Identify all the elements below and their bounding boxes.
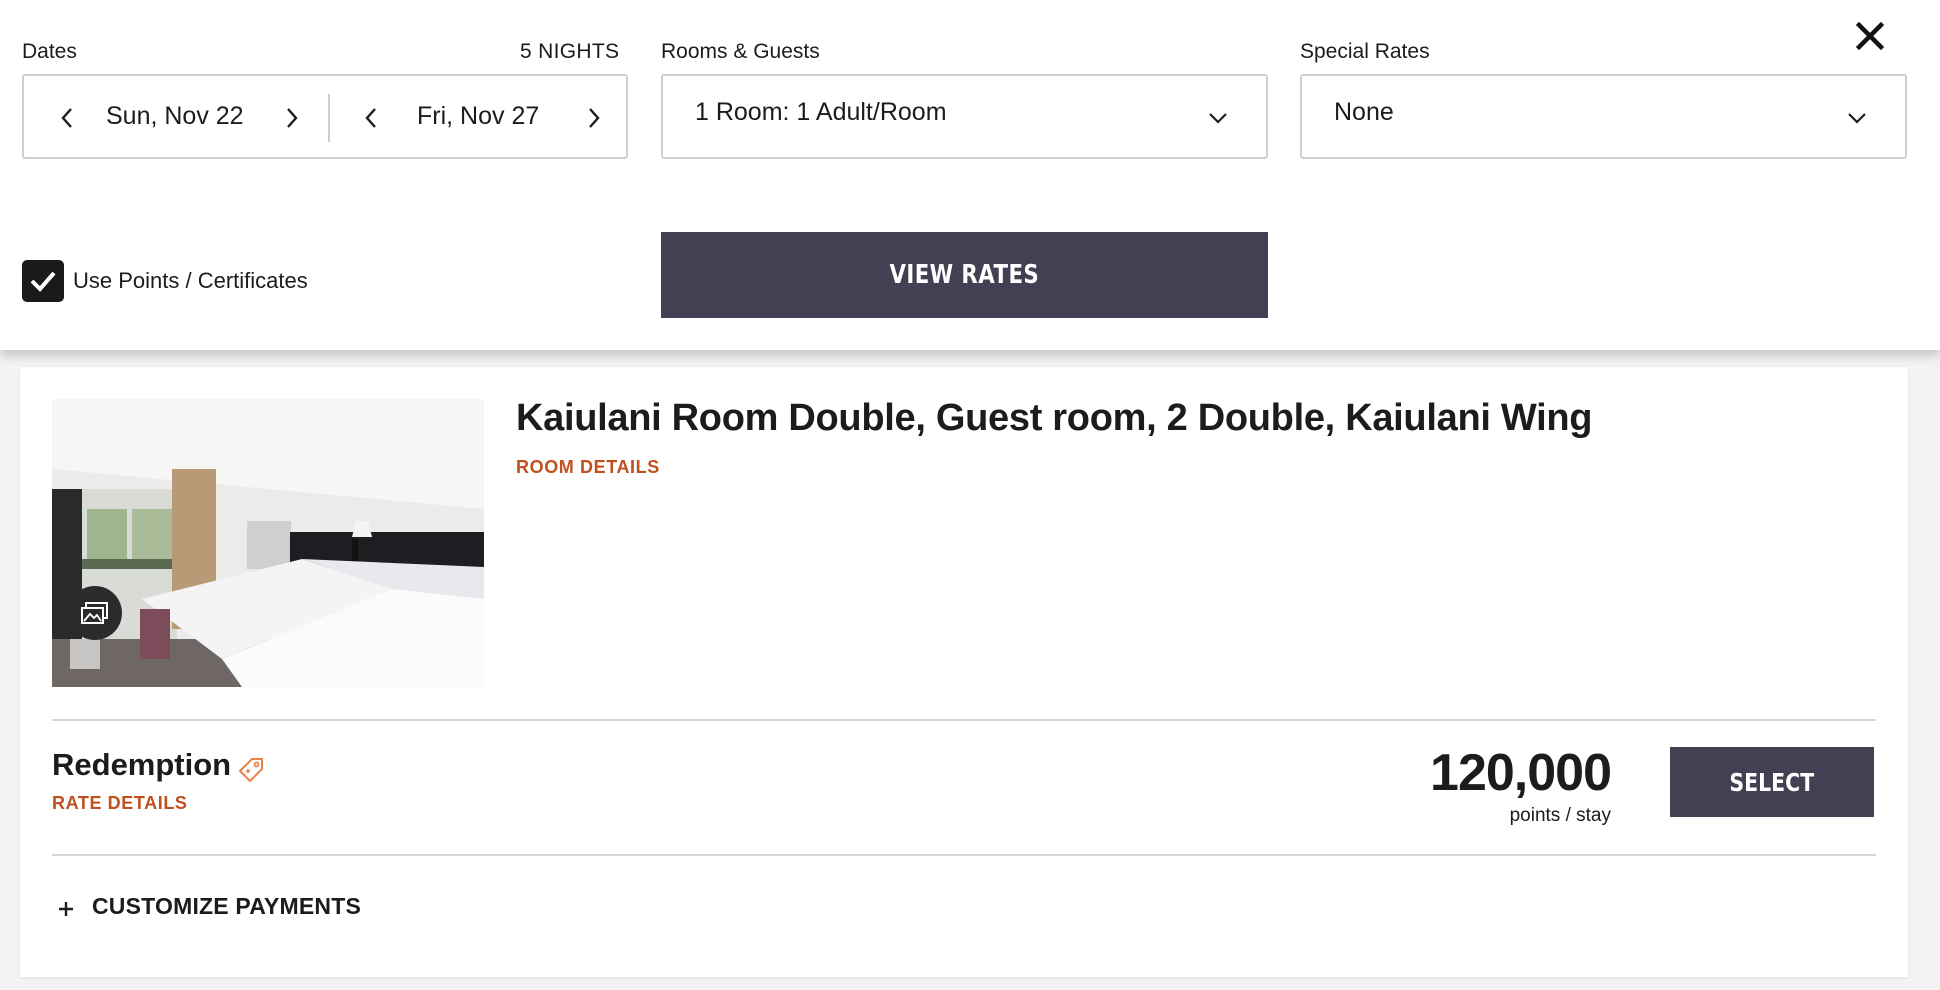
points-price: 120,000 <box>1430 744 1612 802</box>
close-icon <box>1856 22 1884 50</box>
points-unit: points / stay <box>1509 805 1611 826</box>
check-out-prev-button[interactable] <box>356 100 386 136</box>
special-rates-select[interactable]: None <box>1300 74 1907 159</box>
view-rates-button[interactable]: VIEW RATES <box>661 232 1268 318</box>
divider <box>52 719 1876 721</box>
room-card: Kaiulani Room Double, Guest room, 2 Doub… <box>20 367 1908 977</box>
price-tag-icon[interactable] <box>236 755 266 785</box>
photo-gallery-icon <box>81 602 108 624</box>
special-rates-label: Special Rates <box>1300 40 1430 63</box>
customize-payments-label: CUSTOMIZE PAYMENTS <box>92 892 361 919</box>
chevron-down-icon <box>1845 106 1869 130</box>
use-points-label[interactable]: Use Points / Certificates <box>73 268 308 294</box>
chevron-left-icon <box>61 108 72 128</box>
check-out-date[interactable]: Fri, Nov 27 <box>417 102 539 131</box>
use-points-checkbox[interactable] <box>22 260 64 302</box>
check-in-date[interactable]: Sun, Nov 22 <box>106 102 244 131</box>
search-panel: Dates 5 NIGHTS Sun, Nov 22 Fri, Nov 27 R… <box>0 0 1940 350</box>
special-rates-value: None <box>1334 98 1394 126</box>
checkmark-icon <box>30 271 56 292</box>
room-title: Kaiulani Room Double, Guest room, 2 Doub… <box>516 397 1593 439</box>
close-button[interactable] <box>1850 16 1890 56</box>
rooms-guests-select[interactable]: 1 Room: 1 Adult/Room <box>661 74 1268 159</box>
divider <box>52 854 1876 856</box>
plus-icon <box>54 897 78 921</box>
dates-label: Dates <box>22 40 77 63</box>
rooms-guests-value: 1 Room: 1 Adult/Room <box>695 98 947 126</box>
date-range-picker: Sun, Nov 22 Fri, Nov 27 <box>22 74 628 159</box>
select-label: SELECT <box>1729 767 1815 797</box>
photo-gallery-button[interactable] <box>68 586 122 640</box>
rate-details-link[interactable]: RATE DETAILS <box>52 793 188 814</box>
chevron-down-icon <box>1206 106 1230 130</box>
view-rates-label: VIEW RATES <box>889 260 1040 290</box>
check-in-next-button[interactable] <box>277 100 307 136</box>
check-in-prev-button[interactable] <box>52 100 82 136</box>
check-out-next-button[interactable] <box>579 100 609 136</box>
room-photo-image <box>52 399 484 687</box>
chevron-left-icon <box>365 108 376 128</box>
rooms-guests-label: Rooms & Guests <box>661 40 820 63</box>
select-button[interactable]: SELECT <box>1670 747 1874 817</box>
date-divider <box>328 94 330 142</box>
rate-name: Redemption <box>52 747 232 782</box>
customize-payments-toggle[interactable]: CUSTOMIZE PAYMENTS <box>54 891 361 921</box>
room-details-link[interactable]: ROOM DETAILS <box>516 457 660 478</box>
nights-count: 5 NIGHTS <box>520 40 620 63</box>
chevron-right-icon <box>287 108 298 128</box>
room-photo[interactable] <box>52 399 484 687</box>
chevron-right-icon <box>589 108 600 128</box>
